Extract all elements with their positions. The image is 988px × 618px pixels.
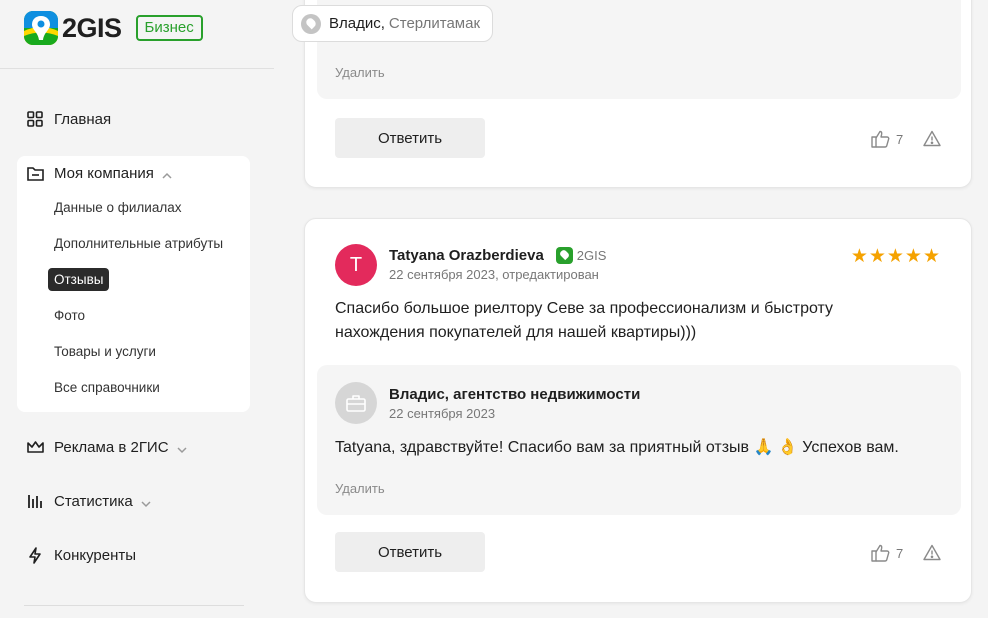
company-name: Владис, — [329, 15, 385, 32]
sidebar-bottom-divider — [24, 605, 244, 606]
main-content: Владис, Стерлитамак Удалить Ответить 7 T… — [274, 0, 988, 618]
like-count: 7 — [896, 131, 904, 147]
review-text: Спасибо большое риелтору Севе за професс… — [335, 300, 834, 341]
reviewer-avatar: T — [335, 244, 377, 286]
sidebar-item-label: Статистика — [54, 492, 133, 510]
business-name: Владис, агентство недвижимости — [389, 386, 641, 403]
sidebar-item-competitors[interactable]: Конкуренты — [26, 546, 136, 564]
company-selector[interactable]: Владис, Стерлитамак — [292, 5, 494, 42]
answer-button[interactable]: Ответить — [335, 118, 485, 158]
chevron-down-icon — [177, 442, 187, 454]
reply-date: 22 сентября 2023 — [389, 406, 496, 421]
grid-icon — [26, 110, 44, 128]
company-city: Стерлитамак — [388, 15, 481, 32]
sidebar-item-home[interactable]: Главная — [26, 110, 111, 128]
subnav-attributes[interactable]: Дополнительные атрибуты — [54, 236, 223, 251]
thumb-up-icon — [871, 544, 890, 562]
chevron-down-icon — [141, 496, 151, 508]
briefcase-icon — [346, 395, 366, 412]
report-icon[interactable] — [923, 544, 941, 562]
reviewer-name[interactable]: Tatyana Orazberdieva — [389, 247, 544, 264]
2gis-source-icon — [555, 247, 573, 264]
delete-reply-link[interactable]: Удалить — [335, 65, 385, 80]
like-button[interactable]: 7 — [871, 544, 903, 562]
subnav-directories[interactable]: Все справочники — [54, 380, 160, 395]
2gis-logo-icon — [24, 11, 58, 45]
sidebar-item-ads[interactable]: Реклама в 2ГИС — [26, 438, 187, 456]
subnav-branches[interactable]: Данные о филиалах — [54, 200, 182, 215]
lightning-icon — [26, 546, 44, 564]
logo-text: 2GIS — [62, 12, 122, 43]
bar-chart-icon — [26, 492, 44, 510]
review-source: 2GIS — [555, 247, 607, 264]
report-icon[interactable] — [923, 130, 941, 148]
answer-button[interactable]: Ответить — [335, 532, 485, 572]
sidebar: 2GIS Бизнес Главная Моя компания Данные … — [0, 0, 274, 618]
subnav-photo[interactable]: Фото — [54, 308, 85, 323]
review-card: T Tatyana Orazberdieva 2GIS 22 сентября … — [304, 218, 972, 603]
location-pin-icon — [301, 13, 321, 34]
review-source-label: 2GIS — [576, 248, 607, 263]
reviewer-name-row: Tatyana Orazberdieva 2GIS — [389, 247, 606, 264]
folder-icon — [26, 164, 44, 182]
sidebar-item-statistics[interactable]: Статистика — [26, 492, 151, 510]
like-count: 7 — [896, 545, 904, 561]
reply-box: Владис, агентство недвижимости 22 сентяб… — [317, 365, 961, 515]
like-button[interactable]: 7 — [871, 130, 903, 148]
subnav-goods[interactable]: Товары и услуги — [54, 344, 156, 359]
chevron-up-icon — [162, 168, 172, 179]
crown-icon — [26, 438, 44, 456]
sidebar-item-my-company[interactable]: Моя компания — [26, 164, 172, 182]
sidebar-item-label: Главная — [54, 110, 112, 128]
reply-text: Tatyana, здравствуйте! Спасибо вам за пр… — [335, 439, 899, 456]
delete-reply-link[interactable]: Удалить — [335, 481, 385, 496]
sidebar-item-label: Конкуренты — [54, 546, 137, 564]
sidebar-item-label: Реклама в 2ГИС — [54, 438, 169, 456]
sidebar-item-label: Моя компания — [54, 164, 154, 182]
logo[interactable]: 2GIS Бизнес — [24, 10, 203, 46]
review-date: 22 сентября 2023, отредактирован — [389, 267, 599, 282]
subnav-reviews[interactable]: Отзывы — [48, 268, 110, 291]
thumb-up-icon — [871, 130, 890, 148]
business-badge: Бизнес — [135, 15, 203, 41]
star-rating: ★★★★★ — [850, 246, 941, 267]
sidebar-divider — [0, 68, 274, 69]
business-avatar — [335, 382, 377, 424]
